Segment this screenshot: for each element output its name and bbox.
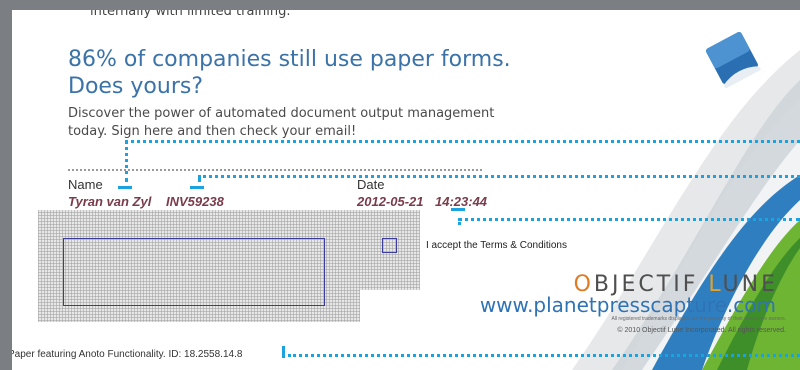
pointer-dots <box>288 354 800 357</box>
page-curl-icon <box>706 32 761 88</box>
pointer-dots <box>458 218 800 221</box>
date-label: Date <box>357 177 385 192</box>
terms-label: I accept the Terms & Conditions <box>426 240 567 251</box>
name-value: Tyran van Zyl <box>68 194 152 209</box>
time-value: 14:23:44 <box>435 194 488 209</box>
terms-checkbox[interactable] <box>382 238 397 253</box>
name-label: Name <box>68 177 103 192</box>
intro-line-1: Discover the power of automated document… <box>68 106 495 121</box>
intro-top-line: internally with limited training. <box>90 10 291 19</box>
form-paper: internally with limited training. 86% of… <box>12 10 800 370</box>
date-value: 2012-05-21 <box>357 194 424 209</box>
separator <box>68 169 482 171</box>
headline-line-2: Does yours? <box>68 74 203 99</box>
copyright-notice: © 2010 Objectif Lune Incorporated. All r… <box>617 327 786 334</box>
footer-id-text: Paper featuring Anoto Functionality. ID:… <box>12 349 243 360</box>
pointer-dots <box>198 175 800 178</box>
pointer-marker <box>118 186 132 189</box>
signature-area[interactable] <box>38 210 360 322</box>
invoice-value: INV59238 <box>166 194 224 209</box>
pointer-dots <box>125 140 128 182</box>
intro-text: Discover the power of automated document… <box>68 105 508 141</box>
website-url[interactable]: www.planetpresscapture.com <box>480 293 776 317</box>
pointer-marker <box>190 186 204 189</box>
signature-box[interactable] <box>63 238 325 306</box>
trademark-notice: All registered trademarks displayed are … <box>611 316 786 322</box>
headline: 86% of companies still use paper forms. … <box>68 46 511 100</box>
pointer-dots <box>125 140 800 143</box>
intro-line-2: today. Sign here and then check your ema… <box>68 124 357 139</box>
headline-line-1: 86% of companies still use paper forms. <box>68 47 511 72</box>
checkbox-area[interactable] <box>356 210 420 290</box>
pointer-marker <box>282 346 285 358</box>
